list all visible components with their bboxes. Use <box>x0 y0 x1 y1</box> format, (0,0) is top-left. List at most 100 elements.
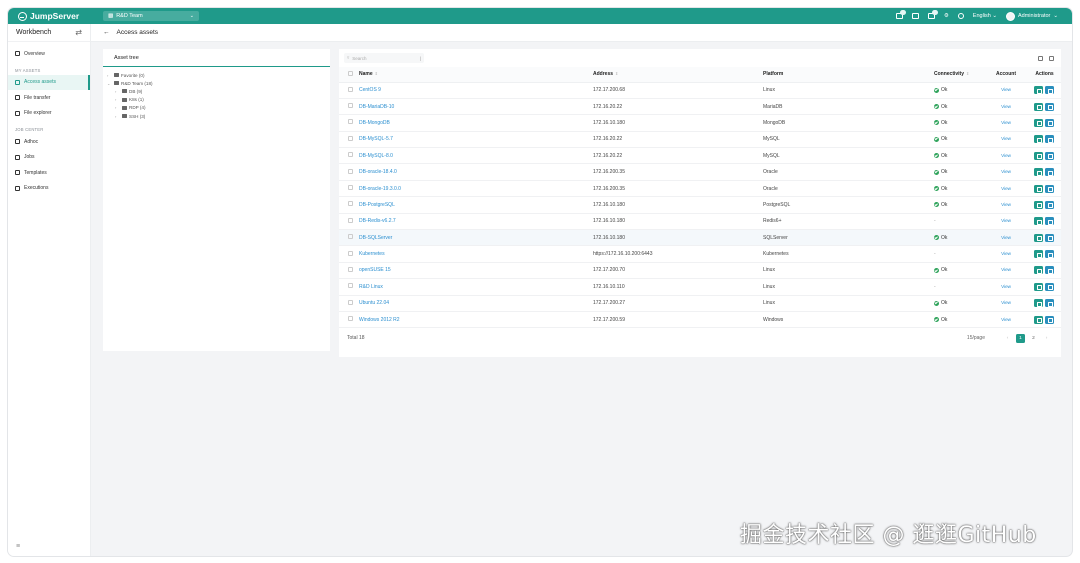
view-accounts-link[interactable]: View <box>1001 120 1011 125</box>
select-all-checkbox[interactable] <box>348 70 353 76</box>
tree-node[interactable]: › DB (9) <box>103 87 330 95</box>
asset-name-link[interactable]: DB-MongoDB <box>359 120 390 126</box>
sort-icon[interactable]: ⇕ <box>375 71 378 76</box>
connect-button[interactable] <box>1033 184 1043 193</box>
tree-caret-icon[interactable]: › <box>115 105 120 110</box>
help-icon[interactable] <box>957 13 964 19</box>
row-checkbox[interactable] <box>348 135 353 141</box>
row-checkbox[interactable] <box>348 250 353 256</box>
asset-name-link[interactable]: DB-oracle-18.4.0 <box>359 169 397 175</box>
asset-name-link[interactable]: DB-oracle-19.3.0.0 <box>359 186 401 192</box>
connect-button[interactable] <box>1033 86 1043 95</box>
row-checkbox[interactable] <box>348 119 353 125</box>
search-input[interactable]: ▿ Search | <box>344 53 424 63</box>
asset-name-link[interactable]: DB-Redis-v6.2.7 <box>359 218 396 224</box>
connect-button[interactable] <box>1033 250 1043 259</box>
favorite-button[interactable] <box>1044 299 1054 308</box>
tree-caret-icon[interactable]: ⌄ <box>107 81 112 86</box>
view-accounts-link[interactable]: View <box>1001 235 1011 240</box>
view-accounts-link[interactable]: View <box>1001 300 1011 305</box>
notification-icon[interactable] <box>927 10 938 19</box>
brand-logo[interactable]: JumpServer <box>18 11 102 21</box>
sidebar-item-file-transfer[interactable]: File transfer <box>8 90 90 106</box>
connect-button[interactable] <box>1033 200 1043 209</box>
connect-button[interactable] <box>1033 168 1043 177</box>
view-accounts-link[interactable]: View <box>1001 284 1011 289</box>
gear-icon[interactable]: ⚙ <box>944 13 949 19</box>
column-header-name[interactable]: Name ⇕ <box>359 67 593 83</box>
favorite-button[interactable] <box>1044 282 1054 291</box>
row-checkbox[interactable] <box>348 103 353 109</box>
sort-icon[interactable]: ⇕ <box>966 71 969 76</box>
asset-name-link[interactable]: CentOS 9 <box>359 87 381 93</box>
view-accounts-link[interactable]: View <box>1001 104 1011 109</box>
favorite-button[interactable] <box>1044 184 1054 193</box>
row-checkbox[interactable] <box>348 86 353 92</box>
row-checkbox[interactable] <box>348 185 353 191</box>
sidebar-item-jobs[interactable]: Jobs <box>8 150 90 166</box>
tree-caret-icon[interactable]: › <box>107 73 112 78</box>
sidebar-item-access-assets[interactable]: Access assets <box>8 74 90 90</box>
sidebar-item-overview[interactable]: Overview <box>8 46 90 62</box>
connect-button[interactable] <box>1033 299 1043 308</box>
collapse-menu-icon[interactable]: ≡ <box>16 543 20 550</box>
connect-button[interactable] <box>1033 151 1043 160</box>
connect-button[interactable] <box>1033 217 1043 226</box>
favorite-button[interactable] <box>1044 135 1054 144</box>
view-accounts-link[interactable]: View <box>1001 169 1011 174</box>
refresh-icon[interactable] <box>1049 55 1054 61</box>
view-accounts-link[interactable]: View <box>1001 267 1011 272</box>
view-accounts-link[interactable]: View <box>1001 317 1011 322</box>
sidebar-item-templates[interactable]: Templates <box>8 165 90 181</box>
row-checkbox[interactable] <box>348 152 353 158</box>
column-header-connectivity[interactable]: Connectivity ⇕ <box>934 67 984 83</box>
row-checkbox[interactable] <box>348 234 353 240</box>
view-accounts-link[interactable]: View <box>1001 202 1011 207</box>
tree-caret-icon[interactable]: › <box>115 89 120 94</box>
switch-view-icon[interactable]: ⇄ <box>75 28 82 37</box>
next-page-icon[interactable]: › <box>1042 334 1051 343</box>
settings-icon[interactable] <box>1038 55 1043 61</box>
asset-name-link[interactable]: Ubuntu 22.04 <box>359 300 389 306</box>
favorite-button[interactable] <box>1044 233 1054 242</box>
row-checkbox[interactable] <box>348 283 353 289</box>
connect-button[interactable] <box>1033 102 1043 111</box>
view-accounts-link[interactable]: View <box>1001 186 1011 191</box>
connect-button[interactable] <box>1033 266 1043 275</box>
asset-name-link[interactable]: DB-SQLServer <box>359 235 392 241</box>
row-checkbox[interactable] <box>348 201 353 207</box>
row-checkbox[interactable] <box>348 316 353 322</box>
row-checkbox[interactable] <box>348 299 353 305</box>
connect-button[interactable] <box>1033 282 1043 291</box>
view-accounts-link[interactable]: View <box>1001 87 1011 92</box>
tree-node[interactable]: ⌄ R&D Team (18) <box>103 79 330 87</box>
favorite-button[interactable] <box>1044 151 1054 160</box>
favorite-button[interactable] <box>1044 200 1054 209</box>
asset-name-link[interactable]: DB-PostgreSQL <box>359 202 395 208</box>
row-checkbox[interactable] <box>348 217 353 223</box>
view-accounts-link[interactable]: View <box>1001 136 1011 141</box>
asset-tree-tab[interactable]: Asset tree <box>103 49 330 67</box>
asset-name-link[interactable]: DB-MySQL-5.7 <box>359 136 393 142</box>
favorite-button[interactable] <box>1044 250 1054 259</box>
page-1-button[interactable]: 1 <box>1016 333 1025 343</box>
view-accounts-link[interactable]: View <box>1001 218 1011 223</box>
message-icon[interactable] <box>911 13 919 19</box>
sidebar-item-executions[interactable]: Executions <box>8 181 90 197</box>
asset-name-link[interactable]: R&D Linux <box>359 284 383 290</box>
favorite-button[interactable] <box>1044 118 1054 127</box>
view-accounts-link[interactable]: View <box>1001 251 1011 256</box>
user-menu[interactable]: Administrator ⌄ <box>1005 11 1058 21</box>
favorite-button[interactable] <box>1044 266 1054 275</box>
connect-button[interactable] <box>1033 118 1043 127</box>
tree-node[interactable]: › Favorite (0) <box>103 71 330 79</box>
tree-caret-icon[interactable]: › <box>115 97 120 102</box>
column-header-address[interactable]: Address ⇕ <box>593 67 763 83</box>
tree-node[interactable]: › K8s (1) <box>103 96 330 104</box>
page-2-button[interactable]: 2 <box>1029 334 1038 343</box>
view-accounts-link[interactable]: View <box>1001 153 1011 158</box>
row-checkbox[interactable] <box>348 168 353 174</box>
favorite-button[interactable] <box>1044 168 1054 177</box>
tree-caret-icon[interactable]: › <box>115 114 120 119</box>
favorite-button[interactable] <box>1044 217 1054 226</box>
